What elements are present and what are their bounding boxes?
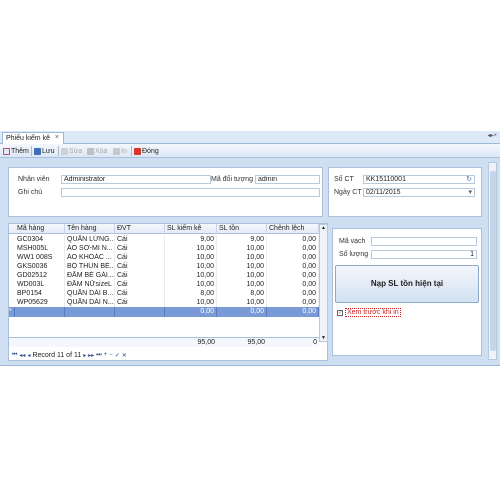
edit-record-icon[interactable]: ✓ — [115, 352, 120, 359]
total-chenh-lech: 0 — [313, 339, 317, 346]
record-navigator: ⏮ ◂◂ ◂ Record 11 of 11 ▸ ▸▸ ⏭ + − ✓ ✕ — [9, 350, 327, 360]
edit-icon — [61, 147, 68, 155]
add-record-icon[interactable]: + — [104, 352, 108, 358]
scroll-down-icon[interactable]: ▼ — [321, 335, 326, 341]
document-info-panel: Số CT KK15110001 ↻ Ngày CT 02/11/2015 ▾ — [328, 167, 482, 217]
col-header-sl-kiem-ke[interactable]: SL kiểm kê — [165, 224, 217, 234]
ghi-chu-field[interactable] — [61, 188, 320, 197]
workspace-scrollbar[interactable] — [488, 162, 497, 360]
grid-rows: GC0304 QUẦN LỬNG... Cái 9,00 9,00 0,00 MSH005L… — [9, 235, 319, 331]
barcode-panel: Mã vạch Số lượng 1 Nạp SL tồn hiện tại ✓… — [332, 228, 482, 356]
close-button[interactable]: Đóng — [134, 146, 159, 156]
so-ct-label: Số CT — [334, 176, 354, 183]
delete-button[interactable]: Xóa — [87, 146, 107, 156]
ma-vach-label: Mã vạch — [339, 238, 366, 245]
table-row-new[interactable]: * 0,00 0,00 0,00 — [9, 307, 319, 317]
table-cell[interactable] — [15, 307, 65, 317]
nhan-vien-field[interactable]: Administrator — [61, 175, 211, 184]
nhan-vien-label: Nhân viên — [18, 176, 50, 183]
table-cell[interactable]: 0,00 — [217, 307, 267, 317]
table-cell[interactable]: 0,00 — [165, 307, 217, 317]
col-header-sl-ton[interactable]: SL tồn — [217, 224, 267, 234]
save-button[interactable]: Lưu — [34, 146, 54, 156]
ghi-chu-label: Ghi chú — [18, 189, 43, 196]
ngay-ct-field[interactable]: 02/11/2015 ▾ — [363, 188, 475, 197]
col-header-ten-hang[interactable]: Tên hàng — [65, 224, 115, 234]
xem-truoc-option[interactable]: ✓ Xem trước khi in — [337, 308, 401, 317]
scroll-up-icon[interactable]: ▲ — [321, 225, 326, 231]
table-cell[interactable]: 0,00 — [267, 307, 319, 317]
edit-button[interactable]: Sửa — [61, 146, 82, 156]
table-cell[interactable] — [65, 307, 115, 317]
toolbar: Thêm Lưu Sửa Xóa In Đóng — [0, 144, 500, 158]
total-sl-kiem-ke: 95,00 — [197, 339, 215, 346]
table-cell[interactable] — [115, 307, 165, 317]
delete-icon — [87, 147, 94, 155]
tab-label: Phiếu kiểm kê — [6, 135, 50, 142]
print-button[interactable]: In — [113, 146, 127, 156]
record-counter: Record 11 of 11 — [32, 351, 82, 359]
first-record-icon[interactable]: ⏮ — [12, 352, 17, 359]
delete-record-icon[interactable]: − — [109, 352, 113, 358]
next-page-icon[interactable]: ▸▸ — [88, 352, 94, 359]
total-sl-ton: 95,00 — [247, 339, 265, 346]
grid-scrollbar[interactable]: ▲ ▼ — [319, 224, 328, 342]
checkbox-checked-icon[interactable]: ✓ — [337, 309, 343, 316]
last-record-icon[interactable]: ⏭ — [96, 352, 101, 359]
grid-footer-totals: 95,00 95,00 0 — [9, 337, 319, 347]
xem-truoc-label: Xem trước khi in — [345, 308, 401, 317]
ma-doi-tuong-label: Mã đối tượng — [211, 176, 253, 183]
col-header-chenh-lech[interactable]: Chênh lệch — [267, 224, 319, 234]
refresh-icon[interactable]: ↻ — [466, 176, 472, 183]
ma-vach-field[interactable] — [371, 237, 477, 246]
ma-doi-tuong-field[interactable]: admin — [255, 175, 320, 184]
add-button[interactable]: Thêm — [3, 146, 29, 156]
col-header-dvt[interactable]: ĐVT — [115, 224, 165, 234]
items-grid: Mã hàng Tên hàng ĐVT SL kiểm kê SL tồn C… — [8, 223, 328, 361]
grid-header: Mã hàng Tên hàng ĐVT SL kiểm kê SL tồn C… — [9, 224, 319, 234]
new-doc-icon — [3, 147, 10, 155]
header-info-panel: Nhân viên Administrator Mã đối tượng adm… — [8, 167, 323, 217]
prev-page-icon[interactable]: ◂◂ — [19, 352, 25, 359]
col-header-ma-hang[interactable]: Mã hàng — [15, 224, 65, 234]
so-luong-label: Số lượng — [339, 251, 369, 258]
next-record-icon[interactable]: ▸ — [83, 352, 86, 359]
prev-record-icon[interactable]: ◂ — [27, 352, 30, 359]
tab-bar — [0, 131, 500, 144]
tab-scroll-controls[interactable]: ◂▸× — [487, 132, 497, 139]
so-luong-field[interactable]: 1 — [371, 250, 477, 259]
ngay-ct-label: Ngày CT — [334, 189, 362, 196]
so-ct-field[interactable]: KK15110001 ↻ — [363, 175, 475, 184]
printer-icon — [113, 147, 120, 155]
scroll-thumb[interactable] — [490, 171, 496, 351]
tab-close-icon[interactable]: × — [55, 134, 59, 141]
save-icon — [34, 147, 41, 155]
nap-sl-ton-button[interactable]: Nạp SL tồn hiện tại — [335, 265, 479, 303]
close-icon — [134, 147, 141, 155]
tab-phieu-kiem-ke[interactable]: Phiếu kiểm kê × — [2, 132, 64, 144]
cancel-edit-icon[interactable]: ✕ — [122, 352, 127, 359]
chevron-down-icon[interactable]: ▾ — [468, 189, 472, 196]
